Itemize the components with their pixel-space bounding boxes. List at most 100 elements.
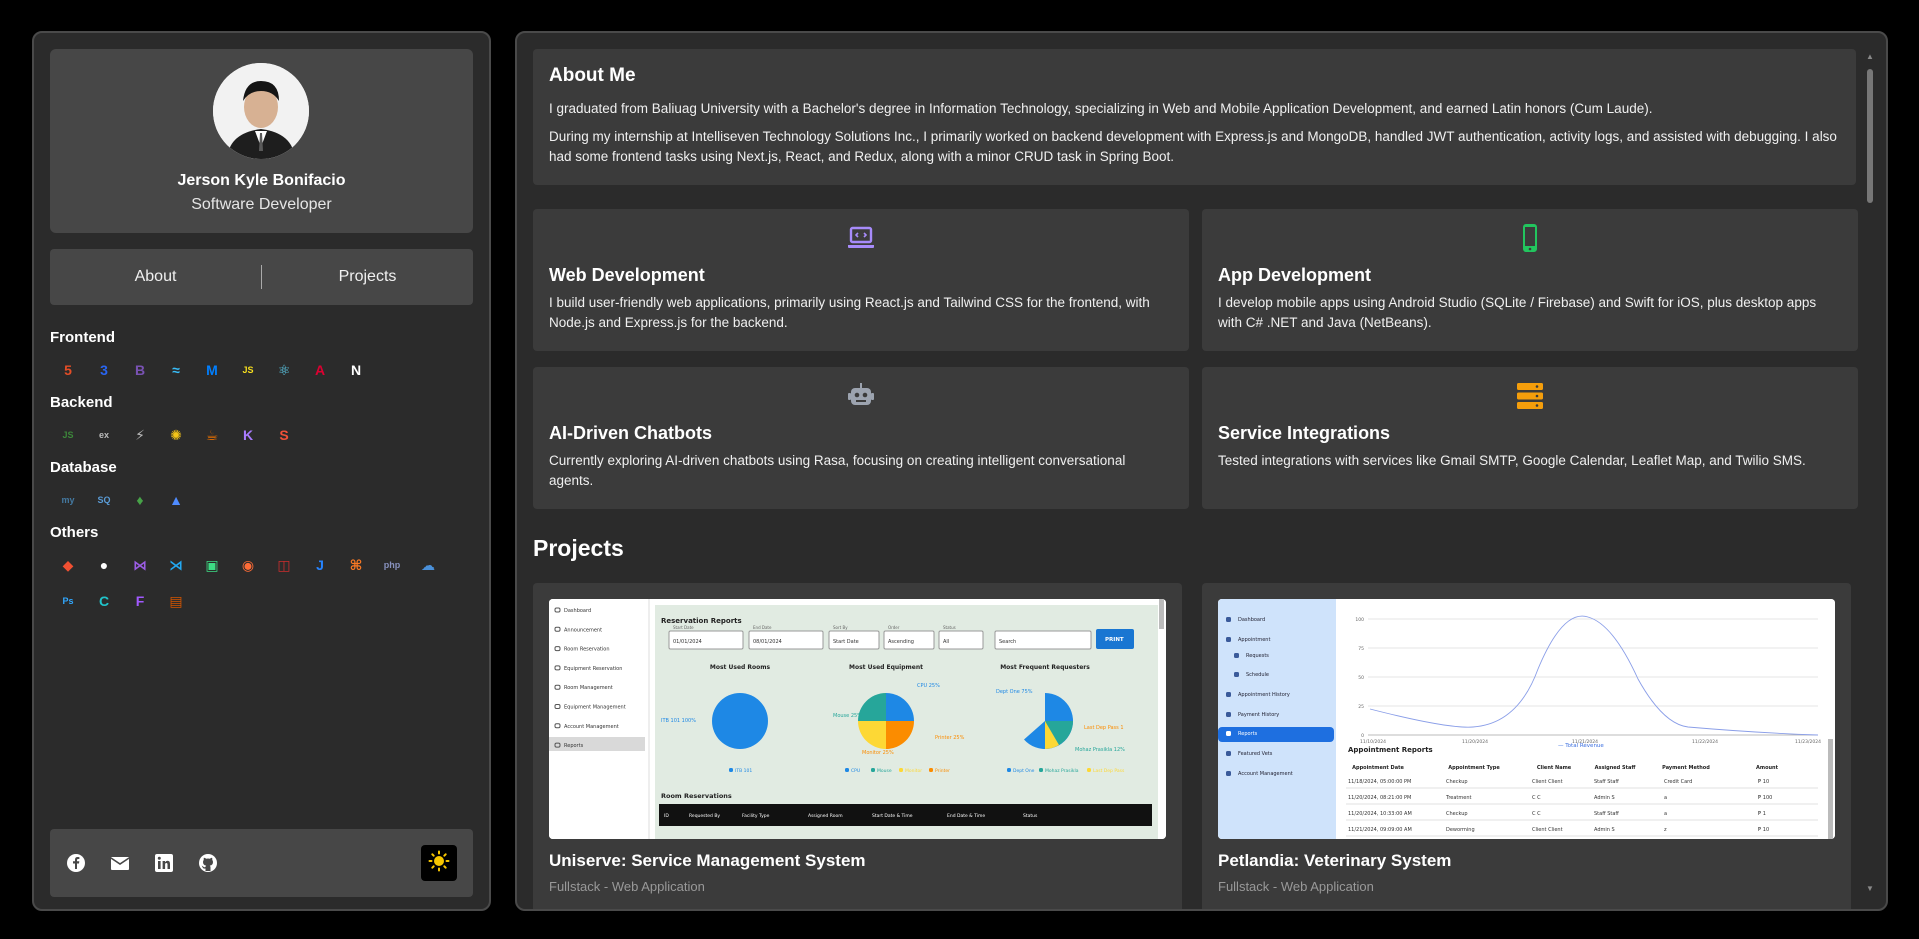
about-title: About Me [549, 65, 636, 86]
petlandia-table-cell: a [1664, 795, 1667, 801]
petlandia-y-tick: 0 [1361, 733, 1364, 739]
theme-toggle-button[interactable] [421, 845, 457, 881]
scroll-down-arrow-icon[interactable]: ▼ [1866, 885, 1874, 893]
uniserve-sidebar-item: Equipment Management [564, 705, 626, 711]
skill-icon-row: 5 3 B ≈ M JS ⚛ A N [50, 352, 473, 388]
petlandia-table-header: Appointment Date [1352, 765, 1404, 771]
uniserve-filter-value: Start Date [833, 639, 859, 645]
php-icon: php [383, 560, 401, 570]
project-screenshot[interactable]: Dashboard Appointment Requests Schedule Appo… [1218, 599, 1835, 839]
petlandia-table-cell: 11/18/2024, 05:00:00 PM [1348, 779, 1411, 785]
petlandia-table-cell: Credit Card [1664, 779, 1692, 785]
nextjs-icon: N [350, 362, 362, 378]
service-description: I build user-friendly web applications, … [549, 295, 1150, 330]
uniserve-chart-title: Most Used Equipment [849, 664, 923, 671]
sqlserver-icon: SQ [97, 495, 111, 505]
sidebar: Jerson Kyle Bonifacio Software Developer… [32, 31, 491, 911]
petlandia-table-header: Client Name [1537, 765, 1572, 771]
petlandia-sidebar-item: Appointment History [1238, 692, 1290, 698]
petlandia-table-cell: Deworming [1446, 827, 1475, 833]
skill-group-title: Backend [50, 394, 113, 411]
uniserve-legend-item: ITB 101 [735, 768, 752, 774]
skill-icon-row: JS ex ⚡ ✺ ☕ K S [50, 417, 473, 453]
visual-studio-icon: ⋈ [133, 556, 147, 573]
svg-text:Room Reservations: Room Reservations [661, 792, 732, 800]
uniserve-table-header: Requested By [689, 813, 720, 819]
about-card: About Me I graduated from Baliuag Univer… [533, 49, 1856, 185]
uniserve-chart-label: Monitor 25% [862, 750, 894, 756]
facebook-icon[interactable] [66, 853, 86, 873]
scroll-thumb[interactable] [1867, 69, 1873, 203]
uniserve-chart-title: Most Used Rooms [710, 664, 771, 671]
uniserve-chart-label: Dept One 75% [996, 689, 1033, 695]
tailwind-icon: ≈ [172, 362, 180, 378]
petlandia-x-tick: 11/10/2024 [1360, 739, 1386, 745]
uniserve-chart-label: Mohaz Prasikla 12% [1075, 747, 1125, 753]
petlandia-y-tick: 25 [1358, 704, 1364, 710]
service-description: Tested integrations with services like G… [1218, 453, 1806, 468]
uniserve-sidebar-item: Room Management [564, 685, 613, 691]
petlandia-table-cell: Staff Staff [1594, 811, 1619, 817]
main-scrollbar[interactable]: ▲ ▼ [1866, 53, 1874, 893]
petlandia-sidebar-item: Dashboard [1238, 617, 1265, 623]
petlandia-table-header: Appointment Type [1448, 765, 1500, 771]
svg-text:Reservation Reports: Reservation Reports [661, 617, 742, 625]
petlandia-sidebar-item: Featured Vets [1238, 751, 1273, 757]
avatar [213, 63, 309, 159]
git-icon: ◆ [62, 556, 74, 573]
project-card-petlandia[interactable]: Dashboard Appointment Requests Schedule Appo… [1202, 583, 1851, 909]
tab-projects[interactable]: Projects [262, 268, 473, 286]
xampp-icon: ⌘ [349, 556, 363, 573]
jira-icon: J [316, 557, 324, 573]
uniserve-filter-label: Status [943, 625, 956, 630]
uniserve-filter-label: Sort By [833, 625, 848, 630]
main-content[interactable]: About Me I graduated from Baliuag Univer… [515, 31, 1888, 911]
angular-icon: A [314, 362, 326, 378]
uniserve-legend-item: Printer [935, 768, 950, 774]
service-title: App Development [1218, 265, 1372, 285]
github-social-icon[interactable] [198, 853, 218, 873]
project-screenshot[interactable]: Dashboard Announcement Room Reservation Equ… [549, 599, 1166, 839]
android-icon: ▣ [205, 556, 219, 573]
petlandia-table-cell: z [1664, 827, 1667, 833]
petlandia-table-cell: Admin S [1594, 795, 1615, 801]
project-card-uniserve[interactable]: Dashboard Announcement Room Reservation Equ… [533, 583, 1182, 909]
uniserve-table-header: ID [664, 813, 669, 819]
uniserve-table-header: Facility Type [742, 813, 770, 819]
petlandia-sidebar-item: Appointment [1238, 637, 1270, 643]
github-icon: ● [99, 557, 109, 573]
uniserve-filter-label: Start Date [673, 625, 694, 630]
project-name[interactable]: Petlandia: Veterinary System [1218, 851, 1451, 871]
uniserve-table-header: End Date & Time [947, 813, 985, 819]
petlandia-table-cell: Treatment [1445, 795, 1471, 801]
uniserve-filter-value: 08/01/2024 [753, 639, 782, 645]
skills-section: Frontend 5 3 B ≈ M JS ⚛ A N Backend JS ex ⚡ ✺ ☕ K S Databa… [50, 329, 473, 625]
mail-icon[interactable] [110, 853, 130, 873]
robot-icon [846, 381, 876, 411]
scroll-up-arrow-icon[interactable]: ▲ [1866, 53, 1874, 61]
petlandia-table-cell: 11/20/2024, 08:21:00 PM [1348, 795, 1411, 801]
petlandia-table-cell: 11/20/2024, 10:33:00 AM [1348, 811, 1412, 817]
petlandia-table-cell: a [1664, 811, 1667, 817]
tab-about[interactable]: About [50, 268, 261, 286]
bootstrap-icon: B [134, 362, 146, 378]
petlandia-table-header: Payment Method [1662, 765, 1710, 771]
javascript-icon: JS [242, 365, 254, 375]
mobile-phone-icon [1515, 223, 1545, 253]
petlandia-table-cell: Client Client [1532, 779, 1563, 785]
mongodb-icon: ♦ [136, 492, 144, 508]
linkedin-icon[interactable] [154, 853, 174, 873]
service-title: Service Integrations [1218, 423, 1391, 443]
petlandia-sidebar-item: Requests [1246, 653, 1269, 659]
django-icon: ⚡ [135, 426, 145, 443]
project-name[interactable]: Uniserve: Service Management System [549, 851, 866, 871]
uniserve-sidebar-item: Dashboard [564, 608, 591, 614]
social-bar [50, 829, 473, 897]
uniserve-legend-item: Dept One [1013, 768, 1035, 774]
uniserve-filter-value: Ascending [888, 639, 914, 645]
petlandia-table-cell: 11/21/2024, 09:09:00 AM [1348, 827, 1412, 833]
skill-icon-row: ◆ ● ⋈ ⋊ ▣ ◉ ◫ J ⌘ php ☁ Ps C F ▤ [50, 547, 473, 619]
petlandia-x-tick: 11/22/2024 [1692, 739, 1718, 745]
mui-icon: M [206, 362, 218, 378]
svg-text:Appointment Reports: Appointment Reports [1348, 746, 1433, 754]
